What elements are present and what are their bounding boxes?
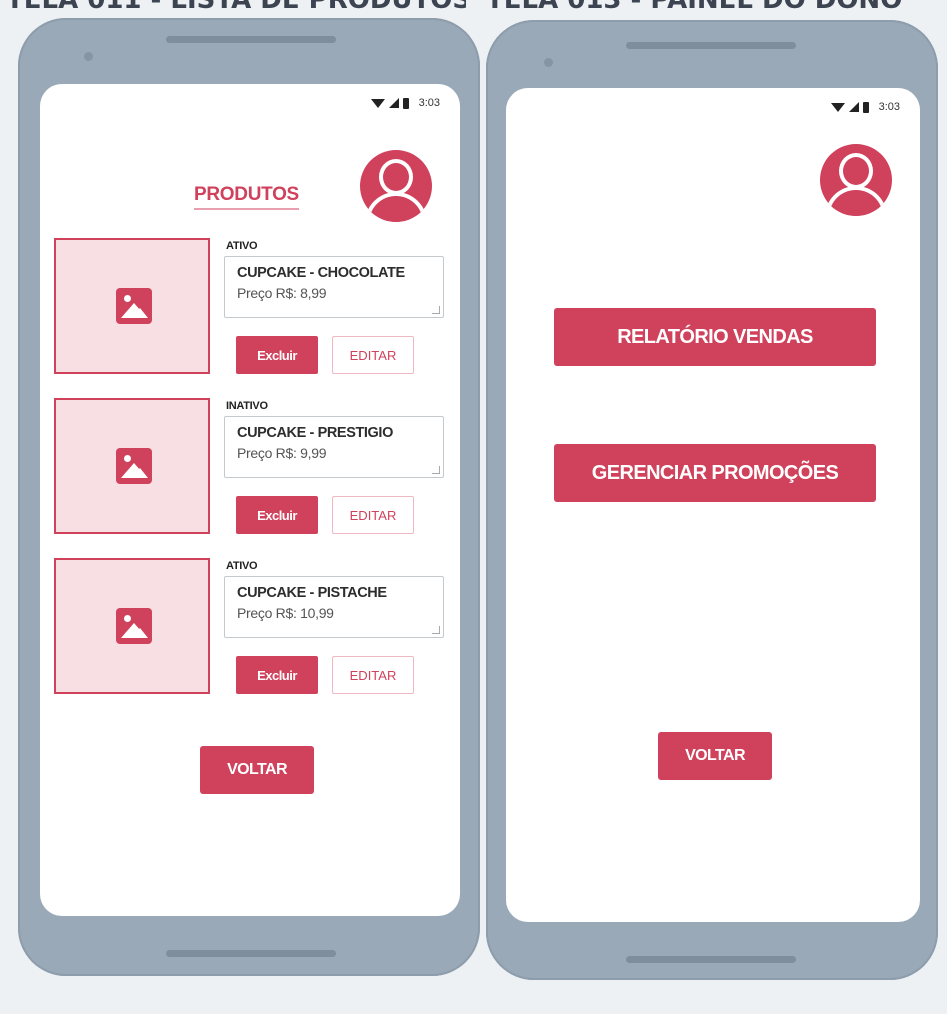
product-info-box[interactable]: CUPCAKE - CHOCOLATE Preço R$: 8,99 [224, 256, 444, 318]
manage-promotions-button[interactable]: GERENCIAR PROMOÇÕES [554, 444, 876, 502]
sales-report-button[interactable]: RELATÓRIO VENDAS [554, 308, 876, 366]
product-price: Preço R$: 8,99 [237, 285, 327, 301]
products-screen: 3:03 PRODUTOS ATIVO CUPCAKE - CHOCOLATE … [40, 84, 460, 916]
product-name: CUPCAKE - PISTACHE [237, 585, 387, 601]
camera [84, 52, 93, 61]
product-status: INATIVO [226, 400, 268, 412]
battery-icon [862, 101, 869, 113]
user-avatar-icon[interactable] [820, 144, 892, 216]
back-button[interactable]: VOLTAR [200, 746, 314, 794]
product-name: CUPCAKE - CHOCOLATE [237, 265, 405, 281]
bottom-bar [626, 956, 796, 963]
user-avatar-icon[interactable] [360, 150, 432, 222]
product-image [54, 398, 210, 534]
status-bar: 3:03 [830, 98, 900, 116]
screen-caption-left: TELA 011 - LISTA DE PRODUTOS [6, 0, 466, 14]
camera [544, 58, 553, 67]
phone-frame-right: 3:03 RELATÓRIO VENDAS GERENCIAR PROMOÇÕE… [486, 20, 938, 980]
page-title: PRODUTOS [194, 184, 299, 210]
delete-button[interactable]: Excluir [236, 336, 318, 374]
delete-button[interactable]: Excluir [236, 656, 318, 694]
signal-icon [848, 102, 859, 112]
screen-caption-right: TELA 013 - PAINEL DO DONO [486, 0, 926, 14]
bottom-bar [166, 950, 336, 957]
wifi-icon [370, 98, 385, 108]
product-name: CUPCAKE - PRESTIGIO [237, 425, 393, 441]
delete-button[interactable]: Excluir [236, 496, 318, 534]
phone-frame-left: 3:03 PRODUTOS ATIVO CUPCAKE - CHOCOLATE … [18, 18, 480, 976]
product-image [54, 238, 210, 374]
product-status: ATIVO [226, 560, 258, 572]
resize-handle[interactable] [432, 306, 440, 314]
signal-icon [388, 98, 399, 108]
owner-panel-screen: 3:03 RELATÓRIO VENDAS GERENCIAR PROMOÇÕE… [506, 88, 920, 922]
product-image [54, 558, 210, 694]
edit-button[interactable]: EDITAR [332, 656, 414, 694]
product-price: Preço R$: 10,99 [237, 605, 334, 621]
edit-button[interactable]: EDITAR [332, 336, 414, 374]
status-time: 3:03 [878, 101, 900, 113]
status-bar: 3:03 [370, 94, 440, 112]
product-status: ATIVO [226, 240, 258, 252]
status-time: 3:03 [418, 97, 440, 109]
wifi-icon [830, 102, 845, 112]
resize-handle[interactable] [432, 466, 440, 474]
resize-handle[interactable] [432, 626, 440, 634]
speaker [626, 42, 796, 49]
product-info-box[interactable]: CUPCAKE - PISTACHE Preço R$: 10,99 [224, 576, 444, 638]
back-button[interactable]: VOLTAR [658, 732, 772, 780]
product-price: Preço R$: 9,99 [237, 445, 327, 461]
image-placeholder-icon [116, 448, 152, 484]
speaker [166, 36, 336, 43]
product-info-box[interactable]: CUPCAKE - PRESTIGIO Preço R$: 9,99 [224, 416, 444, 478]
image-placeholder-icon [116, 608, 152, 644]
battery-icon [402, 97, 409, 109]
edit-button[interactable]: EDITAR [332, 496, 414, 534]
image-placeholder-icon [116, 288, 152, 324]
